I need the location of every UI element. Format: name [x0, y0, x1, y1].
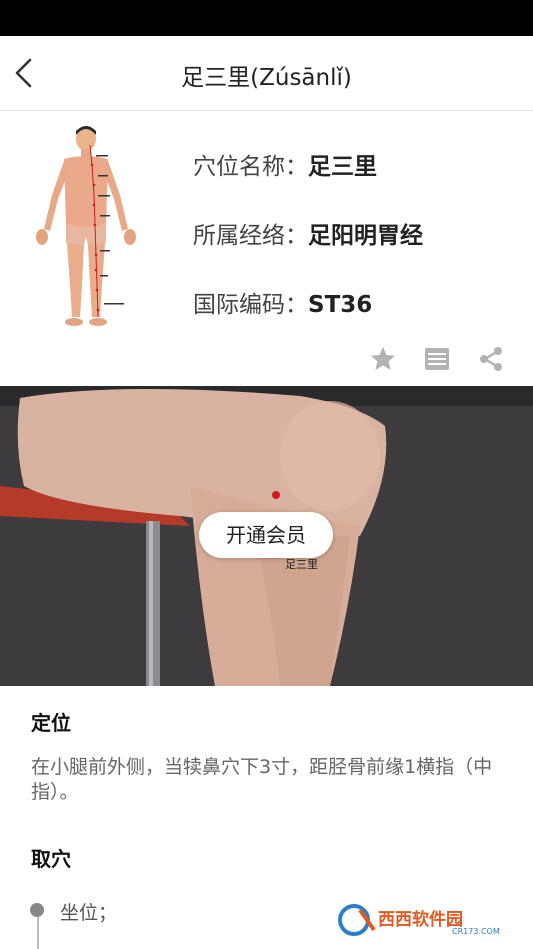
- list-icon[interactable]: [423, 345, 451, 373]
- acupoint-info-card: 穴位名称：足三里 所属经络：足阳明胃经 国际编码：ST36: [0, 111, 533, 386]
- status-bar: [0, 0, 533, 36]
- step-text: 坐位；: [60, 902, 118, 924]
- watermark-sub: CR173.COM: [452, 927, 500, 936]
- watermark-text: 西西软件园: [378, 909, 463, 930]
- watermark-logo: 西西软件园 CR173.COM: [334, 896, 514, 942]
- page-title: 足三里(Zúsānlǐ): [181, 65, 352, 91]
- watermark-graphic: 西西软件园 CR173.COM: [334, 902, 510, 938]
- step-dot: [30, 903, 44, 917]
- acupoint-name-row: 穴位名称：足三里: [193, 147, 377, 181]
- body-meridian-figure: [36, 126, 136, 326]
- star-icon[interactable]: [369, 345, 397, 373]
- acupoint-name-value: 足三里: [308, 154, 377, 180]
- acupoint-name-label: 穴位名称：: [193, 154, 308, 180]
- location-title: 定位: [31, 711, 71, 735]
- nav-bar: 足三里(Zúsānlǐ): [0, 36, 533, 111]
- meridian-row: 所属经络：足阳明胃经: [193, 216, 423, 250]
- location-text: 在小腿前外侧，当犊鼻穴下3寸，距胫骨前缘1横指（中指）。: [31, 756, 493, 803]
- action-icons: [369, 345, 505, 373]
- share-icon[interactable]: [477, 345, 505, 373]
- intl-code-label: 国际编码：: [193, 292, 308, 318]
- intl-code-row: 国际编码：ST36: [193, 285, 372, 319]
- photo-point-label: 足三里: [285, 558, 318, 571]
- point-selection-title: 取穴: [31, 847, 71, 871]
- acupoint-photo: 足三里 开通会员: [0, 386, 533, 686]
- open-membership-button[interactable]: 开通会员: [199, 512, 333, 558]
- meridian-label: 所属经络：: [193, 223, 308, 249]
- meridian-value: 足阳明胃经: [308, 223, 423, 249]
- intl-code-value: ST36: [308, 292, 373, 318]
